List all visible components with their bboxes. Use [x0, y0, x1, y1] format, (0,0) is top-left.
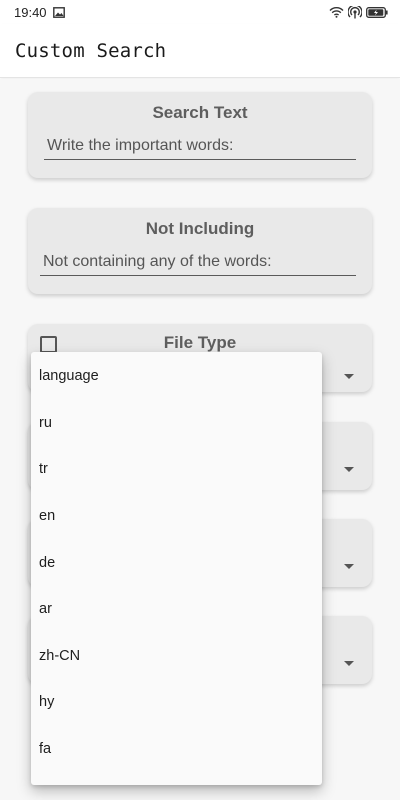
page-title: Custom Search [15, 39, 167, 62]
not-including-title: Not Including [145, 219, 255, 238]
not-including-input[interactable] [43, 253, 353, 271]
image-icon [52, 6, 65, 18]
status-left: 19:40 [14, 5, 65, 20]
dropdown-option[interactable]: fa [31, 726, 322, 773]
dropdown-option[interactable]: tr [31, 446, 322, 493]
status-right [329, 5, 388, 19]
wifi-icon [329, 6, 344, 18]
chevron-down-icon[interactable] [344, 374, 354, 379]
search-text-title: Search Text [152, 103, 248, 122]
search-text-field[interactable] [44, 132, 356, 160]
status-time: 19:40 [14, 4, 47, 20]
chevron-down-icon[interactable] [344, 467, 354, 472]
not-including-field[interactable] [40, 248, 356, 276]
dropdown-option[interactable]: de [31, 539, 322, 586]
dropdown-option[interactable]: ar [31, 586, 322, 633]
language-dropdown-menu: language ru tr en de ar zh-CN hy fa [31, 352, 322, 785]
dropdown-option[interactable]: hy [31, 679, 322, 726]
dropdown-option[interactable]: language [31, 353, 322, 400]
search-text-card: Search Text [28, 92, 372, 178]
chevron-down-icon[interactable] [344, 661, 354, 666]
screen: 19:40 Custom Search Search Text Write th… [0, 0, 400, 800]
dropdown-option[interactable]: zh-CN [31, 633, 322, 680]
hotspot-icon [348, 5, 362, 19]
file-type-title: File Type [163, 333, 237, 352]
status-bar: 19:40 [0, 0, 400, 24]
not-including-card: Not Including [28, 208, 372, 294]
battery-icon [366, 6, 388, 18]
app-bar: Custom Search [0, 24, 400, 78]
search-text-input[interactable] [47, 137, 353, 155]
chevron-down-icon[interactable] [344, 564, 354, 569]
dropdown-option[interactable]: en [31, 493, 322, 540]
dropdown-option[interactable]: ru [31, 400, 322, 447]
